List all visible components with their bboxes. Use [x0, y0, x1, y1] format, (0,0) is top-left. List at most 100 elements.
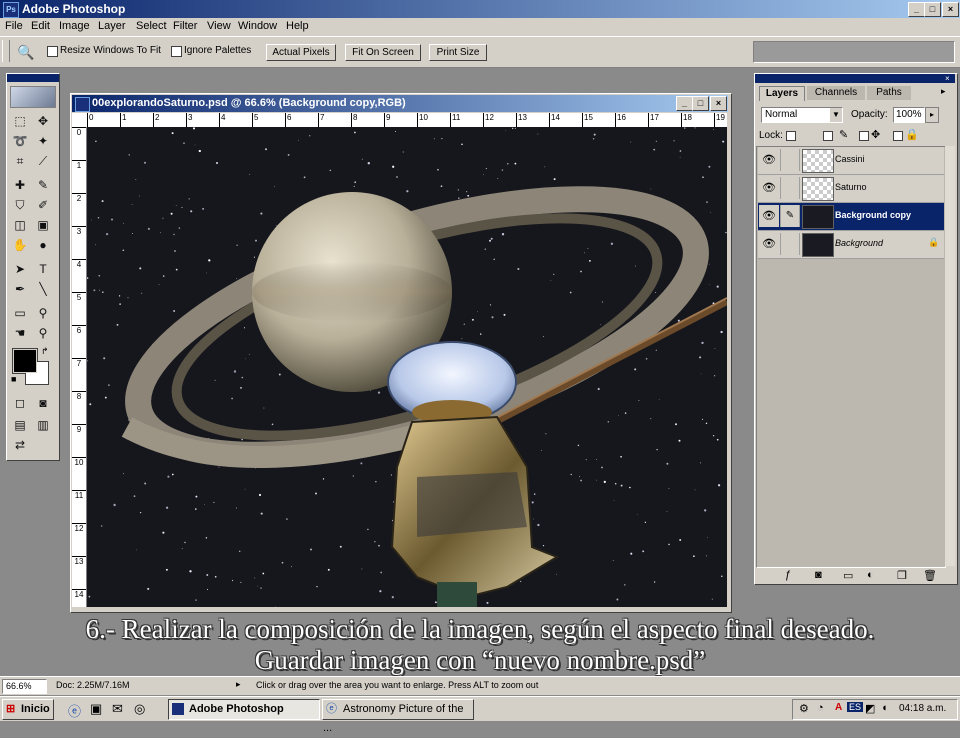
layer-row-cassini[interactable]: 👁 Cassini — [758, 147, 944, 175]
dodge-tool-icon[interactable]: ● — [33, 236, 53, 255]
actual-pixels-button[interactable]: Actual Pixels — [266, 44, 336, 61]
clock[interactable]: 04:18 a.m. — [899, 703, 946, 714]
menu-image[interactable]: Image — [59, 20, 90, 32]
tray-icon[interactable]: A — [835, 702, 842, 713]
print-size-button[interactable]: Print Size — [429, 44, 487, 61]
menu-help[interactable]: Help — [286, 20, 309, 32]
lock-all-checkbox[interactable] — [893, 131, 903, 141]
new-set-icon[interactable]: ▭ — [843, 569, 853, 582]
opacity-slider-arrow-icon[interactable]: ▸ — [925, 107, 939, 123]
media-icon[interactable]: ◎ — [134, 701, 145, 717]
foreground-color-swatch-front[interactable] — [13, 349, 37, 373]
volume-icon[interactable]: ◖ — [881, 702, 888, 714]
zoom-tool-button-icon[interactable]: ⚲ — [33, 324, 53, 343]
swap-colors-icon[interactable]: ↱ — [41, 346, 49, 357]
blur-tool-icon[interactable]: ✋ — [10, 236, 30, 255]
crop-tool-icon[interactable]: ⌗ — [10, 152, 30, 171]
menu-select[interactable]: Select — [136, 20, 167, 32]
magic-wand-tool-icon[interactable]: ✦ — [33, 132, 53, 151]
taskbar-photoshop-button[interactable]: Adobe Photoshop — [168, 699, 320, 720]
menu-filter[interactable]: Filter — [173, 20, 197, 32]
vertical-ruler[interactable]: 0 1 2 3 4 5 6 7 8 9 10 11 12 13 14 — [72, 127, 87, 607]
tray-icon[interactable]: ⚙ — [799, 702, 809, 715]
status-arrow-icon[interactable]: ▸ — [236, 679, 241, 690]
fit-on-screen-button[interactable]: Fit On Screen — [345, 44, 421, 61]
menu-edit[interactable]: Edit — [31, 20, 50, 32]
eyedropper-tool-icon[interactable]: ⚲ — [33, 304, 53, 323]
link-toggle[interactable] — [780, 149, 800, 171]
move-tool-icon[interactable]: ✥ — [33, 112, 53, 131]
ie-icon[interactable]: ⓔ — [68, 701, 81, 720]
doc-maximize-button[interactable]: □ — [692, 96, 709, 111]
doc-size-info[interactable]: Doc: 2.25M/7.16M — [56, 680, 130, 690]
default-colors-icon[interactable]: ■ — [11, 374, 16, 384]
outlook-icon[interactable]: ✉ — [112, 701, 123, 717]
zoom-field[interactable]: 66.6% — [2, 679, 47, 694]
language-indicator[interactable]: ES — [847, 702, 864, 712]
screen-mode-standard-icon[interactable]: ▤ — [10, 416, 30, 435]
tab-paths[interactable]: Paths — [867, 86, 911, 100]
layer-row-background-copy[interactable]: 👁 ✎ Background copy — [758, 203, 944, 231]
tab-channels[interactable]: Channels — [807, 86, 865, 100]
palette-well[interactable] — [753, 41, 955, 63]
close-button[interactable]: × — [942, 2, 959, 17]
palette-menu-arrow-icon[interactable]: ▸ — [941, 86, 951, 98]
adobe-online-icon[interactable] — [10, 86, 56, 108]
lock-position-checkbox[interactable] — [859, 131, 869, 141]
layer-list-scrollbar[interactable] — [945, 146, 955, 566]
layer-row-background[interactable]: 👁 Background 🔒 — [758, 231, 944, 259]
line-tool-icon[interactable]: ╲ — [33, 280, 53, 299]
visibility-eye-icon[interactable]: 👁 — [759, 177, 779, 199]
link-toggle[interactable] — [780, 177, 800, 199]
type-tool-icon[interactable]: T — [33, 260, 53, 279]
doc-close-button[interactable]: × — [710, 96, 727, 111]
taskbar-browser-button[interactable]: ⓔ Astronomy Picture of the ... — [322, 699, 474, 734]
menu-view[interactable]: View — [207, 20, 231, 32]
jump-to-imageready-icon[interactable]: ⇄ — [10, 436, 30, 455]
lasso-tool-icon[interactable]: ➰ — [10, 132, 30, 151]
new-layer-icon[interactable]: ❐ — [897, 569, 907, 582]
visibility-eye-icon[interactable]: 👁 — [759, 233, 779, 255]
ruler-origin[interactable] — [72, 113, 87, 127]
blend-mode-select[interactable]: Normal ▼ — [761, 107, 843, 123]
opacity-input[interactable]: 100% — [893, 107, 925, 123]
palette-close-icon[interactable]: × — [945, 74, 950, 83]
brush-tool-icon[interactable]: ✎ — [33, 176, 53, 195]
screen-mode-full-icon[interactable]: ▥ — [33, 416, 53, 435]
horizontal-ruler[interactable]: 0 1 2 3 4 5 6 7 8 9 10 11 12 13 14 15 16 17 18 19 — [87, 113, 727, 128]
menu-layer[interactable]: Layer — [98, 20, 126, 32]
notes-tool-icon[interactable]: ▭ — [10, 304, 30, 323]
options-grip[interactable] — [2, 40, 10, 62]
slice-tool-icon[interactable]: ⟋ — [33, 152, 53, 171]
minimize-button[interactable]: _ — [908, 2, 925, 17]
path-selection-tool-icon[interactable]: ➤ — [10, 260, 30, 279]
add-mask-icon[interactable]: ◙ — [815, 569, 822, 581]
tray-icon[interactable]: ◩ — [865, 702, 875, 715]
eraser-tool-icon[interactable]: ◫ — [10, 216, 30, 235]
hand-tool-icon[interactable]: ☚ — [10, 324, 30, 343]
lock-image-checkbox[interactable] — [823, 131, 833, 141]
layer-row-saturno[interactable]: 👁 Saturno — [758, 175, 944, 203]
quick-mask-mode-icon[interactable]: ◙ — [33, 394, 53, 413]
chevron-down-icon[interactable]: ▼ — [830, 108, 842, 122]
toolbox-titlebar[interactable] — [7, 74, 59, 82]
visibility-eye-icon[interactable]: 👁 — [759, 149, 779, 171]
link-toggle[interactable] — [780, 233, 800, 255]
gradient-tool-icon[interactable]: ▣ — [33, 216, 53, 235]
menu-window[interactable]: Window — [238, 20, 277, 32]
resize-windows-checkbox[interactable] — [47, 46, 58, 57]
marquee-tool-icon[interactable]: ⬚ — [10, 112, 30, 131]
layers-palette-titlebar[interactable] — [755, 74, 955, 83]
visibility-eye-icon[interactable]: 👁 — [759, 205, 779, 227]
clone-stamp-tool-icon[interactable]: ⛉ — [10, 196, 30, 215]
tab-layers[interactable]: Layers — [759, 86, 805, 101]
tray-icon[interactable]: ◔ — [817, 702, 824, 714]
document-titlebar[interactable]: 00explorandoSaturno.psd @ 66.6% (Backgro… — [72, 95, 728, 112]
doc-minimize-button[interactable]: _ — [676, 96, 693, 111]
history-brush-tool-icon[interactable]: ✐ — [33, 196, 53, 215]
add-layer-style-icon[interactable]: ƒ — [785, 569, 791, 581]
paintbrush-icon[interactable]: ✎ — [780, 205, 800, 227]
pen-tool-icon[interactable]: ✒ — [10, 280, 30, 299]
menu-file[interactable]: File — [5, 20, 23, 32]
healing-brush-tool-icon[interactable]: ✚ — [10, 176, 30, 195]
